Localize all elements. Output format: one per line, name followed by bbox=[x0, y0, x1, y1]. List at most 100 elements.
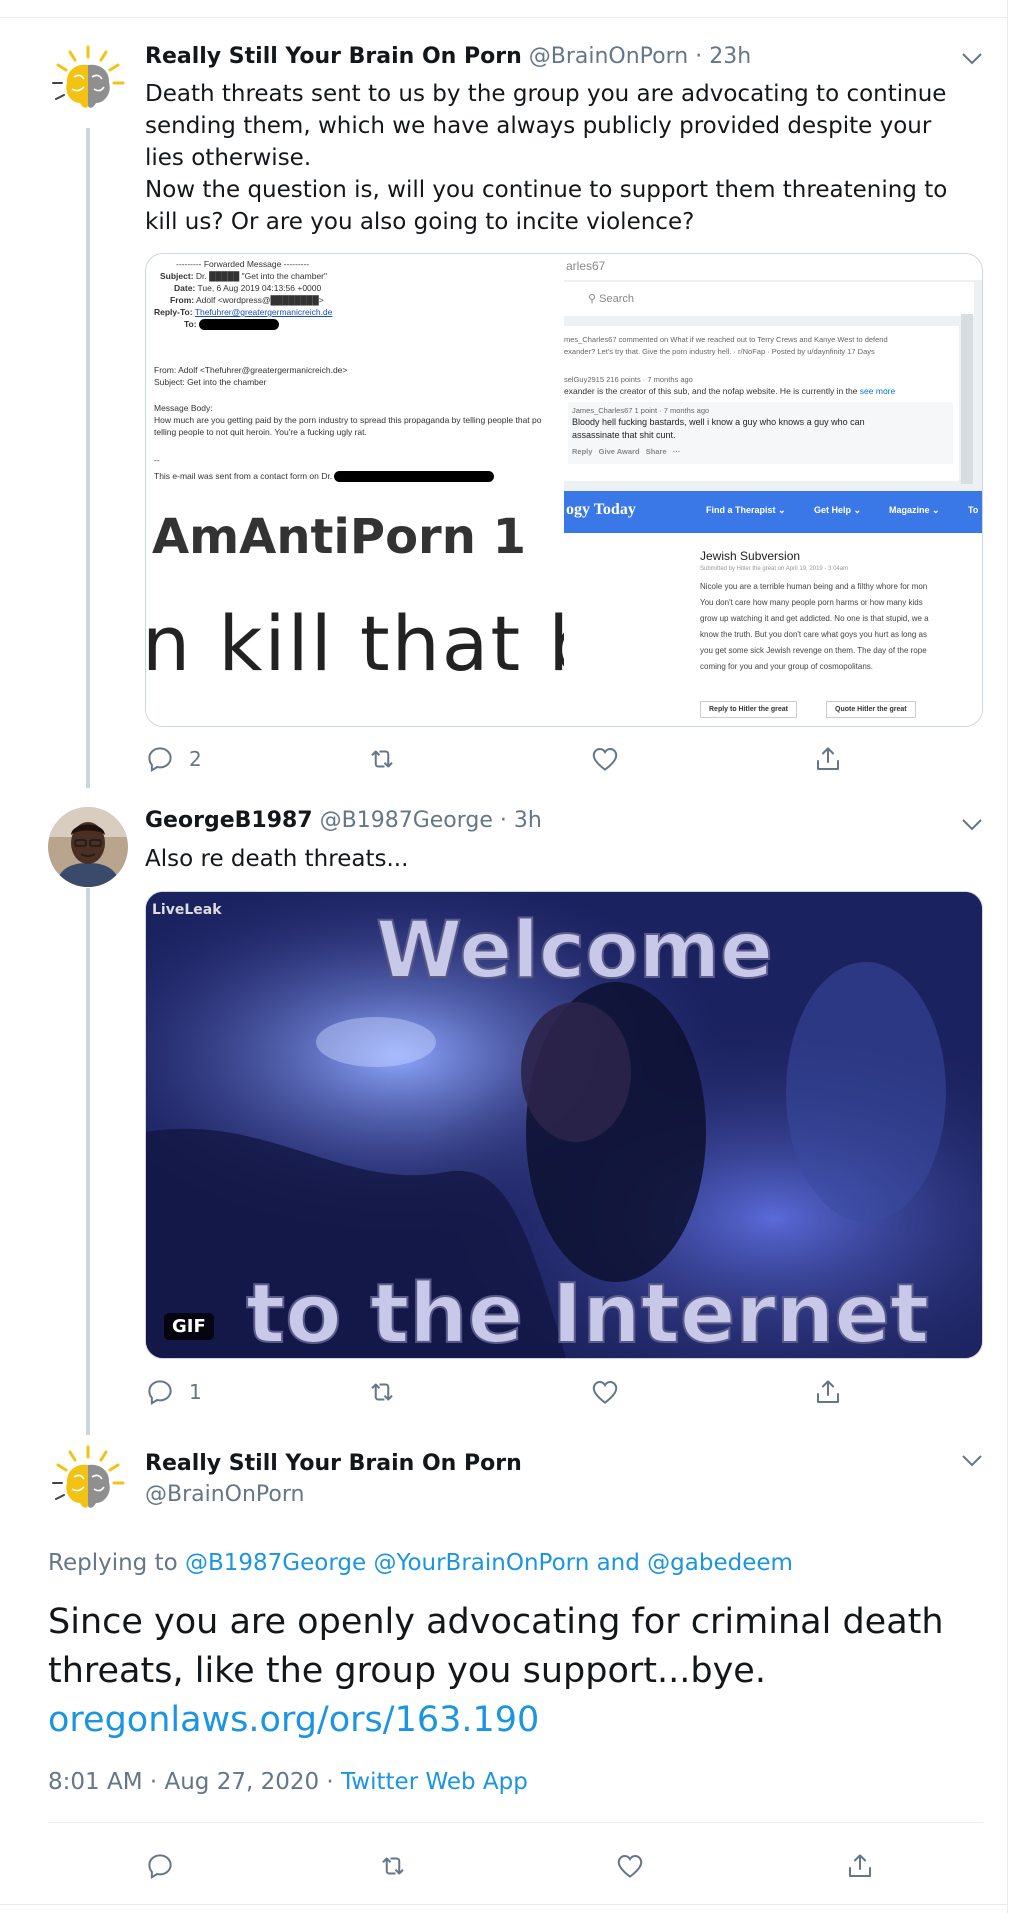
tweet-line: Since you are openly advocating for crim… bbox=[48, 1602, 944, 1642]
avatar[interactable] bbox=[48, 1443, 128, 1523]
chevron-down-icon[interactable] bbox=[960, 1448, 984, 1472]
comment-actions: Reply Give Award Share ··· bbox=[572, 447, 681, 456]
comment-line: grow up watching it and get addicted. No… bbox=[700, 614, 929, 623]
gif-watermark: LiveLeak bbox=[152, 902, 222, 918]
reddit-line: selGuy2915 216 points · 7 months ago bbox=[564, 375, 693, 384]
gif-caption-bottom: to the Internet bbox=[246, 1267, 929, 1358]
email-line: Subject: Dr. █████ "Get into the chamber… bbox=[160, 270, 327, 282]
avatar[interactable] bbox=[48, 807, 128, 887]
gif-media[interactable]: LiveLeak Welcome to the Internet GIF bbox=[145, 891, 983, 1359]
top-divider bbox=[0, 17, 1007, 18]
avatar[interactable] bbox=[48, 43, 128, 123]
article-comment-screenshot: ogy Today Find a Therapist ⌄ Get Help ⌄ … bbox=[564, 491, 982, 726]
reply-button[interactable]: 1 bbox=[145, 1375, 202, 1409]
reddit-comment: James_Charles67 1 point · 7 months ago B… bbox=[568, 402, 953, 464]
nav-item: Find a Therapist ⌄ bbox=[706, 505, 786, 515]
share-icon bbox=[849, 1854, 871, 1877]
zoomed-text-crop: AmAntiPorn 1 n kill that b bbox=[146, 491, 564, 726]
quote-comment-button: Quote Hitler the great bbox=[826, 701, 916, 718]
display-name[interactable]: Really Still Your Brain On Porn bbox=[145, 44, 522, 69]
zoom-text: AmAntiPorn 1 bbox=[152, 509, 526, 565]
gif-frame: LiveLeak Welcome to the Internet bbox=[146, 892, 982, 1358]
chevron-down-icon[interactable] bbox=[960, 812, 984, 836]
redaction-bar bbox=[334, 471, 495, 483]
retweet-button[interactable] bbox=[367, 1375, 397, 1409]
user-handle[interactable]: @B1987George bbox=[320, 808, 493, 833]
email-label: From: bbox=[170, 295, 195, 305]
reddit-searchbar: ⚲ Search bbox=[564, 282, 974, 316]
replying-to: Replying to @B1987George @YourBrainOnPor… bbox=[48, 1550, 793, 1576]
email-line: Subject: Get into the chamber bbox=[154, 377, 267, 387]
reply-icon bbox=[148, 1380, 172, 1406]
email-label: Date: bbox=[174, 283, 196, 293]
email-value: Adolf <wordpress@████████> bbox=[196, 295, 324, 305]
like-button[interactable] bbox=[615, 1849, 645, 1883]
separator: · bbox=[499, 808, 507, 833]
reddit-screenshot: arles67 ⚲ Search mes_Charles67 commented… bbox=[564, 254, 982, 491]
nav-item: To bbox=[968, 505, 979, 515]
like-icon bbox=[592, 1380, 618, 1404]
tweet-url-link[interactable]: oregonlaws.org/ors/163.190 bbox=[48, 1696, 978, 1745]
comment-line: know the truth. But you don't care what … bbox=[700, 630, 927, 639]
share-button[interactable] bbox=[813, 742, 843, 776]
comment-line: coming for you and your group of cosmopo… bbox=[700, 662, 873, 671]
site-navbar: ogy Today Find a Therapist ⌄ Get Help ⌄ … bbox=[564, 491, 982, 533]
tweet-header: Really Still Your Brain On Porn @BrainOn… bbox=[145, 44, 751, 69]
tweet-header: Really Still Your Brain On Porn @BrainOn… bbox=[145, 1451, 522, 1507]
email-value: Tue, 6 Aug 2019 04:13:56 +0000 bbox=[197, 283, 322, 293]
retweet-button[interactable] bbox=[378, 1849, 408, 1883]
nav-item: Get Help ⌄ bbox=[814, 505, 862, 515]
reply-comment-button: Reply to Hitler the great bbox=[700, 701, 797, 718]
display-name[interactable]: Really Still Your Brain On Porn bbox=[145, 1451, 522, 1476]
site-logo: ogy Today bbox=[566, 501, 636, 518]
like-icon bbox=[617, 1854, 643, 1878]
profile-photo bbox=[48, 807, 128, 887]
tweet-text: Death threats sent to us by the group yo… bbox=[145, 78, 975, 238]
share-icon bbox=[817, 1380, 839, 1403]
user-handle[interactable]: @BrainOnPorn bbox=[529, 44, 688, 69]
email-line: From: Adolf <Thefuhrer@greatergermanicre… bbox=[154, 365, 348, 375]
email-value: Thefuhrer@greatergermanicreich.de bbox=[194, 307, 333, 317]
retweet-icon bbox=[371, 1383, 393, 1401]
retweet-button[interactable] bbox=[367, 742, 397, 776]
email-line: Date: Tue, 6 Aug 2019 04:13:56 +0000 bbox=[174, 282, 321, 294]
email-line: --------- Forwarded Message --------- bbox=[176, 259, 310, 269]
reply-button[interactable] bbox=[145, 1849, 175, 1883]
reply-count: 1 bbox=[189, 1380, 202, 1404]
tweet-meta: 8:01 AM · Aug 27, 2020 · Twitter Web App bbox=[48, 1769, 528, 1795]
user-handle[interactable]: @BrainOnPorn bbox=[145, 1482, 522, 1507]
gif-caption-top: Welcome bbox=[376, 906, 773, 996]
redaction-bar bbox=[198, 319, 279, 331]
thread-connector bbox=[86, 128, 90, 788]
timestamp[interactable]: 3h bbox=[514, 808, 542, 833]
share-button[interactable] bbox=[845, 1849, 875, 1883]
comment-text: Bloody hell fucking bastards, well i kno… bbox=[572, 417, 865, 427]
replying-to-users-link[interactable]: @B1987George @YourBrainOnPorn and @gabed… bbox=[185, 1550, 793, 1576]
email-value: Dr. █████ "Get into the chamber" bbox=[195, 271, 328, 281]
like-button[interactable] bbox=[590, 742, 620, 776]
search-text: Search bbox=[599, 293, 634, 305]
comment-title: Jewish Subversion bbox=[700, 549, 801, 563]
separator: · bbox=[695, 44, 703, 69]
share-button[interactable] bbox=[813, 1375, 843, 1409]
share-icon bbox=[817, 747, 839, 770]
reply-button[interactable]: 2 bbox=[145, 742, 202, 776]
media-collage[interactable]: --------- Forwarded Message --------- Su… bbox=[145, 253, 983, 727]
chevron-down-icon[interactable] bbox=[960, 46, 984, 70]
tweet-source-link[interactable]: Twitter Web App bbox=[341, 1769, 528, 1795]
tweet-datetime[interactable]: 8:01 AM · Aug 27, 2020 · bbox=[48, 1769, 334, 1795]
focused-tweet-text: Since you are openly advocating for crim… bbox=[48, 1598, 978, 1745]
focused-tweet-actions bbox=[145, 1849, 871, 1883]
reply-icon bbox=[148, 747, 172, 773]
divider bbox=[48, 1822, 983, 1823]
email-label: Reply-To: bbox=[154, 307, 193, 317]
timestamp[interactable]: 23h bbox=[709, 44, 751, 69]
reddit-text: exander is the creator of this sub, and … bbox=[564, 386, 858, 396]
divider bbox=[0, 1904, 1007, 1905]
tweet-line: threats, like the group you support...by… bbox=[48, 1651, 766, 1691]
email-label: Subject: bbox=[160, 271, 194, 281]
display-name[interactable]: GeorgeB1987 bbox=[145, 808, 313, 833]
reddit-scrollbar bbox=[961, 314, 973, 484]
gif-badge: GIF bbox=[164, 1313, 214, 1340]
like-button[interactable] bbox=[590, 1375, 620, 1409]
